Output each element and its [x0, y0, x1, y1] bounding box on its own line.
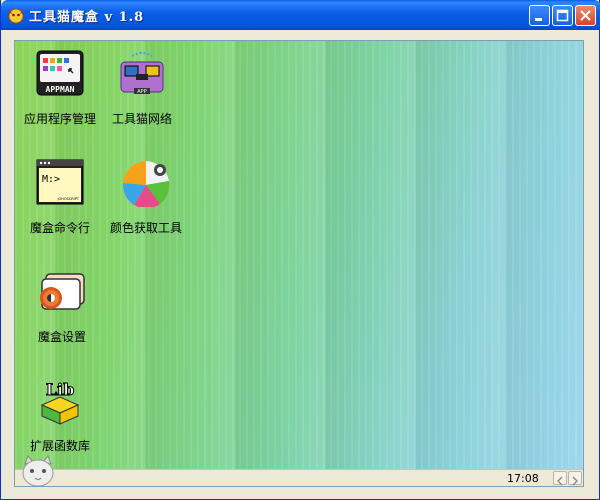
desktop-icon-label: 应用程序管理 [23, 112, 96, 126]
desktop-icon-settings[interactable]: 魔盒设置 [17, 268, 107, 348]
desktop-icon-label: 魔盒设置 [37, 330, 86, 344]
clock-text: 17:08 [507, 472, 539, 485]
status-bar: 17:08 [15, 469, 583, 486]
svg-text:JOHOSCRIPT: JOHOSCRIPT [56, 197, 79, 201]
library-icon: Lib [40, 380, 80, 425]
maximize-button[interactable] [552, 5, 573, 26]
desktop-icon-label: 魔盒命令行 [29, 221, 90, 235]
chevron-right-icon [572, 476, 578, 486]
title-bar[interactable]: 工具猫魔盒 v 1.8 [1, 0, 600, 30]
close-button[interactable] [575, 5, 596, 26]
desktop-icon-app-manager[interactable]: APPMAN 应用程序管理 [15, 50, 105, 130]
settings-icon [40, 273, 85, 310]
desktop-icon-command-line[interactable]: M:> JOHOSCRIPT 魔盒命令行 [15, 159, 105, 239]
app-cat-icon [8, 8, 24, 24]
cat-mascot-icon[interactable] [20, 454, 56, 487]
scroll-right-button[interactable] [568, 471, 582, 486]
network-icon: APP [120, 52, 164, 95]
appman-icon: APPMAN [36, 50, 84, 96]
svg-text:Lib: Lib [46, 380, 75, 399]
scroll-left-button[interactable] [553, 471, 567, 486]
desktop-icon-network[interactable]: APP 工具猫网络 [97, 50, 187, 130]
svg-text:M:>: M:> [42, 174, 60, 185]
maximize-icon [556, 9, 569, 22]
desktop-icon-label: 颜色获取工具 [109, 221, 182, 235]
svg-text:APPMAN: APPMAN [46, 85, 75, 94]
desktop-icon-library[interactable]: Lib 扩展函数库 [15, 377, 105, 457]
window-title: 工具猫魔盒 v 1.8 [29, 10, 145, 25]
desktop-icon-color-picker[interactable]: 颜色获取工具 [101, 159, 191, 239]
svg-text:APP: APP [137, 89, 146, 95]
color-picker-icon [122, 161, 170, 207]
desktop-area: APPMAN 应用程序管理 APP 工具猫网络 M:> JOHOSCRIPT 魔… [14, 40, 584, 487]
minimize-button[interactable] [529, 5, 550, 26]
command-line-icon: M:> JOHOSCRIPT [36, 159, 84, 205]
close-icon [580, 10, 591, 21]
desktop-icon-label: 扩展函数库 [29, 439, 90, 453]
chevron-left-icon [557, 476, 563, 486]
minimize-icon [535, 18, 542, 21]
desktop-icon-label: 工具猫网络 [111, 112, 172, 126]
app-window: 工具猫魔盒 v 1.8 APPMAN 应用程序管理 APP 工具猫网络 M:> … [0, 0, 600, 500]
